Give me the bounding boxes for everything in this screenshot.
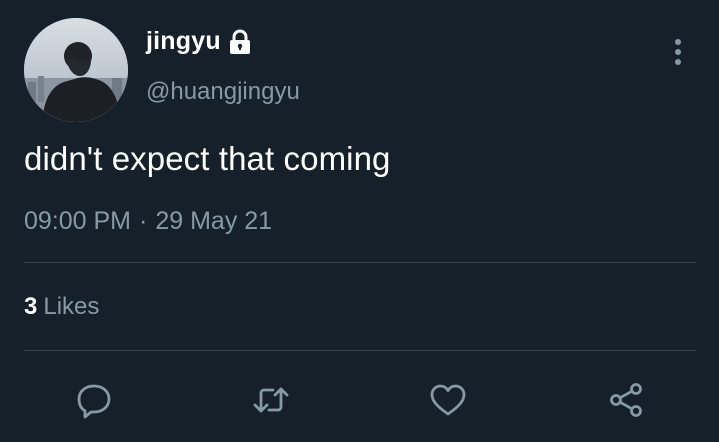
display-name[interactable]: jingyu [146,27,221,56]
lock-icon [227,29,253,55]
reply-button[interactable] [72,378,116,422]
divider [24,350,696,351]
reply-icon [77,384,111,419]
like-button[interactable] [426,378,470,422]
likes-link[interactable]: 3 Likes [24,293,99,321]
timestamp-separator: · [139,207,148,235]
more-vertical-icon[interactable] [665,36,691,68]
retweet-button[interactable] [249,378,293,422]
tweet-date: 29 May 21 [155,207,273,235]
tweet-time: 09:00 PM [24,207,132,235]
share-button[interactable] [604,378,648,422]
share-icon [610,383,642,417]
tweet-text: didn't expect that coming [24,140,391,177]
tweet-timestamp[interactable]: 09:00 PM · 29 May 21 [24,207,272,236]
avatar[interactable] [24,18,128,122]
heart-icon [430,384,466,416]
display-name-row[interactable]: jingyu [146,27,253,56]
likes-count: 3 [24,293,38,320]
user-handle[interactable]: @huangjingyu [146,78,300,106]
likes-label: Likes [43,293,100,320]
retweet-icon [253,387,289,413]
divider [24,262,696,263]
